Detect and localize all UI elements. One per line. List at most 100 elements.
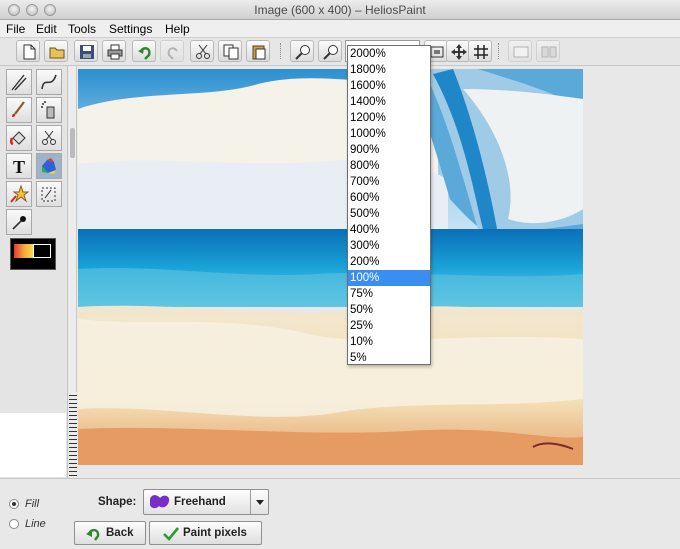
undo-button[interactable] — [132, 40, 156, 62]
zoom-option[interactable]: 1800% — [348, 62, 430, 78]
save-disk-icon — [80, 45, 94, 59]
checkmark-icon — [163, 527, 180, 541]
printer-icon — [107, 44, 123, 60]
tool-color-picker[interactable] — [6, 209, 32, 235]
zoom-out-magnifier-icon — [323, 45, 338, 60]
window-view-button[interactable] — [508, 40, 532, 62]
scissors-icon — [196, 44, 210, 59]
grid-toggle-button[interactable] — [468, 40, 492, 62]
color-swatch[interactable] — [10, 238, 56, 270]
tool-preview-area — [0, 413, 66, 477]
beach-painting-image[interactable] — [78, 69, 583, 465]
new-button[interactable] — [16, 40, 40, 62]
zoom-dropdown-list: 2000% 1800% 1600% 1400% 1200% 1000% 900%… — [347, 45, 431, 365]
window-title: Image (600 x 400) – HeliosPaint — [254, 3, 426, 17]
menu-help[interactable]: Help — [165, 22, 190, 36]
paint-pixels-button[interactable]: Paint pixels — [149, 521, 262, 545]
shape-frame-icon — [41, 187, 56, 202]
zoom-option[interactable]: 300% — [348, 238, 430, 254]
tool-fill[interactable] — [6, 125, 32, 151]
window-icon — [513, 46, 529, 58]
tool-text[interactable]: T — [6, 153, 32, 179]
paint-pixels-label: Paint pixels — [183, 527, 247, 539]
paint-bucket-icon — [9, 131, 26, 146]
shape-select[interactable]: Freehand — [143, 489, 269, 515]
zoom-option[interactable]: 25% — [348, 318, 430, 334]
scrollbar-thumb[interactable] — [70, 128, 75, 158]
zoom-option[interactable]: 1600% — [348, 78, 430, 94]
tool-color-fill[interactable] — [36, 153, 62, 179]
zoom-in-magnifier-icon — [295, 45, 310, 60]
curve-line-icon — [41, 74, 57, 90]
spray-can-icon — [41, 101, 55, 119]
zoom-option-selected[interactable]: 100% — [348, 270, 430, 286]
zoom-option[interactable]: 600% — [348, 190, 430, 206]
back-arrow-icon — [86, 528, 100, 541]
chevron-down-icon — [256, 500, 264, 505]
cut-button[interactable] — [190, 40, 214, 62]
zoom-option[interactable]: 75% — [348, 286, 430, 302]
zoom-option[interactable]: 5% — [348, 350, 430, 364]
paste-button[interactable] — [246, 40, 270, 62]
open-button[interactable] — [44, 40, 68, 62]
menu-tools[interactable]: Tools — [68, 22, 96, 36]
zoom-option[interactable]: 50% — [348, 302, 430, 318]
save-button[interactable] — [74, 40, 98, 62]
fill-radio-label: Fill — [25, 498, 40, 510]
back-button[interactable]: Back — [74, 521, 146, 545]
zoom-option[interactable]: 1400% — [348, 94, 430, 110]
undo-arrow-icon — [138, 46, 151, 60]
zoom-option[interactable]: 500% — [348, 206, 430, 222]
line-radio-label: Line — [25, 518, 46, 530]
tool-select-cut[interactable] — [36, 125, 62, 151]
beach-painting-graphic — [78, 69, 583, 465]
foreground-color-swatch[interactable] — [14, 244, 34, 258]
tool-pencil[interactable] — [6, 69, 32, 95]
shape-select-arrow[interactable] — [250, 490, 268, 514]
menu-edit[interactable]: Edit — [36, 22, 57, 36]
menu-bar: File Edit Tools Settings Help — [0, 20, 680, 38]
svg-text:T: T — [13, 157, 25, 176]
menu-settings[interactable]: Settings — [109, 22, 152, 36]
pencil-icon — [11, 74, 27, 91]
move-view-button[interactable] — [446, 40, 470, 62]
move-arrows-icon — [451, 44, 467, 60]
background-color-swatch[interactable] — [33, 244, 51, 258]
star-stamp-icon — [10, 184, 29, 203]
print-button[interactable] — [102, 40, 126, 62]
toolbar — [0, 38, 680, 66]
shape-select-value: Freehand — [174, 496, 226, 508]
line-radio[interactable] — [9, 519, 19, 529]
tool-curve[interactable] — [36, 69, 62, 95]
copy-button[interactable] — [218, 40, 242, 62]
tiled-view-button[interactable] — [536, 40, 560, 62]
tool-spray[interactable] — [36, 97, 62, 123]
zoom-option[interactable]: 2000% — [348, 46, 430, 62]
tool-brush[interactable] — [6, 97, 32, 123]
open-folder-icon — [49, 47, 65, 59]
zoom-option[interactable]: 1200% — [348, 110, 430, 126]
zoom-option[interactable]: 400% — [348, 222, 430, 238]
fill-radio[interactable] — [9, 499, 19, 509]
scissors-select-icon — [42, 130, 56, 145]
tool-stamp[interactable] — [6, 181, 32, 207]
zoom-out-button[interactable] — [318, 40, 342, 62]
back-button-label: Back — [106, 527, 134, 539]
zoom-option[interactable]: 800% — [348, 158, 430, 174]
new-file-icon — [23, 44, 36, 60]
title-bar: Image (600 x 400) – HeliosPaint — [0, 0, 680, 20]
menu-file[interactable]: File — [6, 22, 25, 36]
toolbar-separator — [280, 43, 282, 59]
redo-button[interactable] — [160, 40, 184, 62]
color-splash-icon — [42, 158, 56, 174]
tool-shape[interactable] — [36, 181, 62, 207]
tools-panel: T — [0, 66, 68, 478]
zoom-option[interactable]: 900% — [348, 142, 430, 158]
grid-icon — [474, 45, 488, 59]
paintbrush-icon — [12, 101, 25, 117]
zoom-in-button[interactable] — [290, 40, 314, 62]
zoom-option[interactable]: 200% — [348, 254, 430, 270]
zoom-option[interactable]: 1000% — [348, 126, 430, 142]
zoom-option[interactable]: 10% — [348, 334, 430, 350]
zoom-option[interactable]: 700% — [348, 174, 430, 190]
